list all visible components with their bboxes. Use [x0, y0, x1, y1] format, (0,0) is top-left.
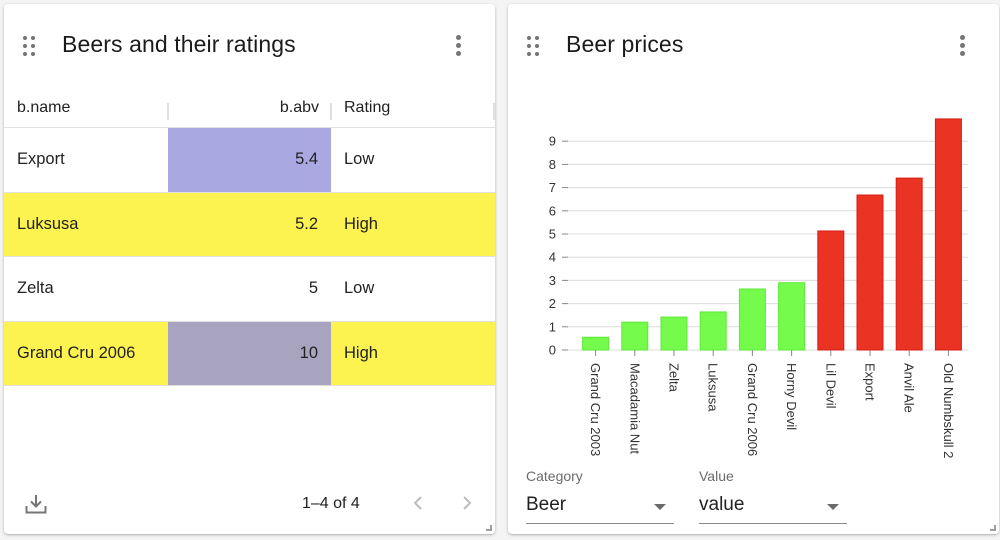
x-tick-label: Anvil Ale: [902, 363, 917, 413]
cell-rating: Low: [344, 279, 375, 298]
table-row[interactable]: Luksusa 5.2 High: [4, 192, 495, 257]
column-resize-handle[interactable]: [493, 103, 495, 120]
table-body: Export 5.4 Low Luksusa 5.2 High Zelta 5 …: [4, 128, 495, 386]
cell-name: Zelta: [17, 279, 54, 298]
drag-handle-icon[interactable]: [23, 36, 37, 56]
category-select-label: Category: [526, 468, 583, 484]
dropdown-arrow-icon[interactable]: [827, 504, 839, 510]
bar[interactable]: [582, 336, 610, 351]
column-header-name[interactable]: b.name: [17, 90, 70, 127]
y-tick-label: 0: [549, 343, 556, 358]
x-tick-label: Horny Devil: [784, 363, 799, 430]
x-tick-label: Old Numbskull 2: [941, 363, 956, 458]
cell-abv: 5: [168, 257, 331, 321]
x-tick-label: Macadamia Nut: [627, 363, 642, 454]
y-tick-label: 3: [549, 273, 556, 288]
download-icon[interactable]: [25, 494, 47, 514]
bar[interactable]: [621, 321, 649, 351]
cell-rating: High: [344, 343, 378, 362]
ratings-table: b.name b.abv Rating Export 5.4 Low Luksu…: [4, 90, 495, 386]
y-tick-label: 6: [549, 203, 556, 218]
bar-chart: 0 1 2 3 4 5 6 7 8 9 Grand Cru 2003 Macadamia Nut Ze…: [549, 118, 968, 458]
table-row[interactable]: Export 5.4 Low: [4, 128, 495, 193]
y-tick-label: 4: [549, 250, 556, 265]
x-tick-label: Export: [863, 363, 878, 401]
resize-handle[interactable]: [486, 525, 492, 531]
x-axis: Grand Cru 2003 Macadamia Nut Zelta Luksusa G…: [588, 350, 956, 458]
dropdown-arrow-icon[interactable]: [654, 504, 666, 510]
y-tick-label: 2: [549, 296, 556, 311]
widget-header: Beers and their ratings: [4, 4, 495, 84]
cell-abv: 10: [168, 321, 331, 385]
category-select-value: Beer: [526, 494, 567, 515]
bar[interactable]: [934, 118, 962, 351]
more-vert-icon[interactable]: [455, 35, 461, 57]
prices-widget: Beer prices 0123456789 Grand Cru 2003 Mac…: [508, 4, 999, 534]
bar[interactable]: [895, 177, 923, 351]
cell-abv: 5.2: [168, 192, 331, 256]
y-tick-label: 9: [549, 134, 556, 149]
pagination-range: 1–4 of 4: [302, 495, 360, 512]
value-select[interactable]: Value value: [699, 466, 847, 524]
cell-name: Grand Cru 2006: [17, 343, 136, 362]
chevron-left-icon[interactable]: [410, 494, 426, 512]
bar[interactable]: [817, 230, 845, 351]
cell-name: Luksusa: [17, 214, 79, 233]
table-row[interactable]: Grand Cru 2006 10 High: [4, 321, 495, 386]
table-footer: 1–4 of 4: [4, 470, 495, 534]
category-select[interactable]: Category Beer: [526, 466, 674, 524]
x-tick-label: Grand Cru 2006: [745, 363, 760, 456]
x-tick-label: Grand Cru 2003: [588, 363, 603, 456]
y-tick-label: 8: [549, 157, 556, 172]
cell-rating: High: [344, 214, 378, 233]
value-select-label: Value: [699, 468, 734, 484]
column-header-abv[interactable]: b.abv: [168, 90, 319, 127]
ratings-widget: Beers and their ratings b.name b.abv Rat…: [4, 4, 495, 534]
value-select-value: value: [699, 494, 745, 515]
cell-name: Export: [17, 150, 65, 169]
y-tick-label: 1: [549, 319, 556, 334]
table-row[interactable]: Zelta 5 Low: [4, 257, 495, 322]
bar[interactable]: [778, 282, 806, 351]
resize-handle[interactable]: [990, 525, 996, 531]
bar[interactable]: [660, 316, 688, 351]
y-tick-label: 5: [549, 227, 556, 242]
cell-abv: 5.4: [168, 128, 331, 192]
y-axis: 0 1 2 3 4 5 6 7 8 9: [549, 134, 568, 358]
bar[interactable]: [699, 311, 727, 351]
x-tick-label: Luksusa: [706, 363, 721, 412]
chevron-right-icon[interactable]: [459, 494, 475, 512]
cell-rating: Low: [344, 150, 375, 169]
bar[interactable]: [856, 194, 884, 351]
widget-title: Beers and their ratings: [62, 31, 296, 57]
x-tick-label: Lil Devil: [823, 363, 838, 409]
column-header-rating[interactable]: Rating: [344, 90, 390, 127]
bar[interactable]: [738, 288, 766, 351]
column-resize-handle[interactable]: [330, 103, 332, 120]
y-tick-label: 7: [549, 180, 556, 195]
table-header: b.name b.abv Rating: [4, 90, 495, 128]
x-tick-label: Zelta: [667, 363, 682, 393]
